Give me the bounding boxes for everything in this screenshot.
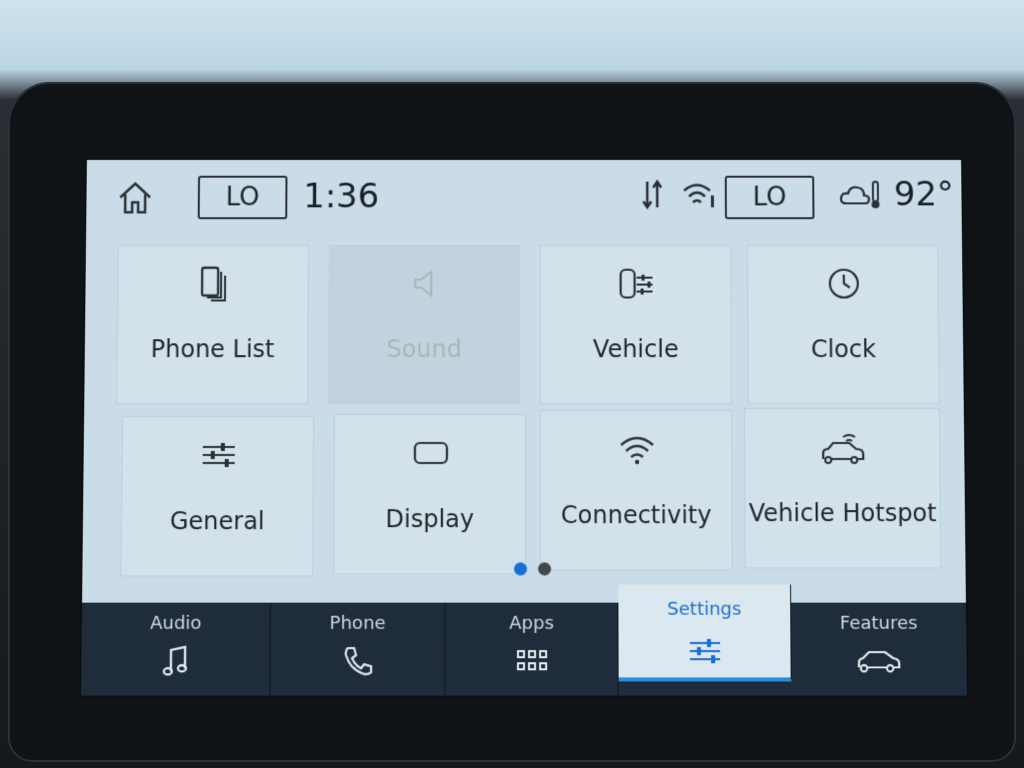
tile-vehicle[interactable]: Vehicle bbox=[539, 244, 732, 405]
tile-clock[interactable]: Clock bbox=[746, 244, 940, 405]
speaker-icon bbox=[405, 264, 445, 304]
tile-connectivity[interactable]: Connectivity bbox=[539, 410, 733, 571]
home-icon[interactable] bbox=[116, 180, 154, 216]
status-bar: LO 1:36 LO 92° bbox=[86, 160, 962, 237]
weather-cloud-icon bbox=[838, 178, 884, 209]
apps-grid-icon bbox=[513, 643, 549, 679]
tile-label: Clock bbox=[810, 335, 877, 364]
nav-label: Features bbox=[839, 612, 918, 634]
settings-sliders-icon bbox=[686, 633, 722, 669]
page-dot[interactable] bbox=[538, 562, 552, 576]
nav-apps[interactable]: Apps bbox=[445, 602, 619, 696]
music-note-icon bbox=[157, 643, 194, 679]
nav-audio[interactable]: Audio bbox=[81, 602, 271, 696]
tile-label: Connectivity bbox=[560, 501, 712, 530]
clock-icon bbox=[824, 264, 864, 304]
page-indicator bbox=[512, 562, 552, 576]
tile-label: Display bbox=[385, 505, 475, 534]
tile-display[interactable]: Display bbox=[333, 414, 527, 575]
tile-label: Vehicle Hotspot bbox=[748, 499, 937, 528]
bottom-nav-bar: Audio Phone Apps Settings Features bbox=[81, 584, 967, 696]
tile-label: General bbox=[169, 507, 265, 536]
nav-settings[interactable]: Settings bbox=[618, 584, 792, 682]
car-hotspot-icon bbox=[821, 433, 864, 464]
nav-label: Settings bbox=[667, 598, 742, 620]
nav-features[interactable]: Features bbox=[791, 603, 967, 696]
tile-vehicle-hotspot[interactable]: Vehicle Hotspot bbox=[743, 408, 942, 569]
phone-list-icon bbox=[194, 264, 234, 304]
nav-label: Phone bbox=[329, 612, 386, 634]
display-icon bbox=[413, 441, 448, 464]
clock-readout: 1:36 bbox=[303, 176, 380, 217]
vehicle-settings-icon bbox=[617, 264, 657, 304]
wifi-status-icon bbox=[681, 178, 717, 212]
tile-label: Phone List bbox=[150, 335, 275, 364]
nav-label: Apps bbox=[509, 612, 554, 634]
outside-temperature: 92° bbox=[893, 174, 954, 215]
car-icon bbox=[855, 643, 904, 679]
nav-label: Audio bbox=[149, 612, 202, 634]
sliders-icon bbox=[202, 442, 235, 467]
tile-label: Sound bbox=[386, 335, 462, 364]
data-transfer-icon bbox=[637, 178, 669, 212]
tile-general[interactable]: General bbox=[120, 416, 315, 577]
tile-sound: Sound bbox=[328, 244, 521, 405]
tile-phone-list[interactable]: Phone List bbox=[116, 244, 309, 405]
sync-screen: LO 1:36 LO 92° Phone List Sound Vehicle … bbox=[81, 159, 967, 696]
driver-climate-button[interactable]: LO bbox=[197, 175, 288, 220]
wifi-icon bbox=[619, 436, 654, 464]
passenger-climate-button[interactable]: LO bbox=[724, 175, 815, 220]
phone-handset-icon bbox=[339, 643, 375, 679]
tile-label: Vehicle bbox=[592, 335, 679, 364]
nav-phone[interactable]: Phone bbox=[270, 602, 446, 696]
page-dot-active[interactable] bbox=[513, 562, 528, 576]
